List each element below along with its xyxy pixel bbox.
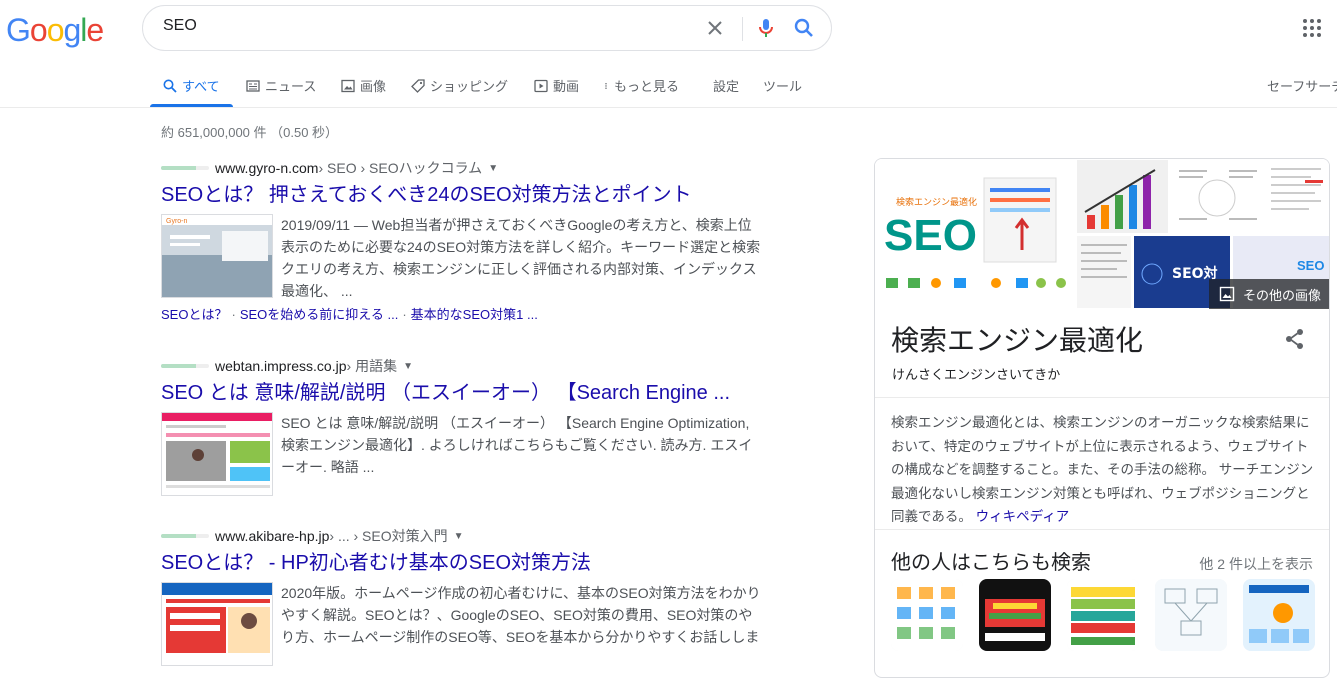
kp-subtitle: けんさくエンジンさいてきか bbox=[892, 367, 1061, 382]
result-title-link[interactable]: SEOとは？ 押さえておくべき24のSEO対策方法とポイント bbox=[161, 182, 771, 208]
result-snippet: 2020年版。ホームページ作成の初心者むけに、基本のSEO対策方法をわかりやすく… bbox=[281, 585, 761, 645]
tab-label: 動画 bbox=[553, 79, 580, 94]
search-icon bbox=[163, 79, 177, 93]
site-favicon bbox=[161, 166, 209, 170]
search-result: webtan.impress.co.jp › 用語集 ▼ SEO とは 意味/解… bbox=[161, 356, 771, 496]
kp-divider bbox=[875, 397, 1329, 398]
search-box bbox=[142, 5, 832, 51]
kp-image-main[interactable]: 検索エンジン最適化 SEO bbox=[875, 159, 1075, 309]
kp-description: 検索エンジン最適化とは、検索エンジンのオーガニックな検索結果において、特定のウェ… bbox=[891, 411, 1319, 529]
show-more-link[interactable]: 他 2 件以上を表示 bbox=[1199, 554, 1313, 574]
tab-label: すべて bbox=[182, 79, 220, 94]
search-box-divider bbox=[742, 17, 743, 41]
related-search-card[interactable] bbox=[1067, 579, 1139, 651]
result-snippet: SEO とは 意味/解説/説明 （エスイーオー） 【Search Engine … bbox=[281, 415, 753, 475]
knowledge-panel-images[interactable]: 検索エンジン最適化 SEO SEO対 SEO その他の画像 bbox=[875, 159, 1329, 309]
result-thumbnail[interactable] bbox=[161, 582, 273, 666]
sitelink[interactable]: 基本的なSEO対策1 ... bbox=[411, 307, 538, 322]
tab-safesearch[interactable]: セーフサーチ bbox=[1267, 76, 1337, 95]
apps-grid-icon[interactable] bbox=[1300, 16, 1324, 40]
tab-label: もっと見る bbox=[614, 79, 680, 94]
related-search-card[interactable] bbox=[891, 579, 963, 651]
caret-down-icon[interactable]: ▼ bbox=[488, 163, 498, 174]
svg-text:SEO: SEO bbox=[884, 211, 977, 260]
tab-images[interactable]: 画像 bbox=[340, 76, 386, 95]
site-favicon bbox=[161, 364, 209, 368]
result-thumbnail[interactable]: Gyro-n bbox=[161, 214, 273, 298]
kp-divider bbox=[875, 529, 1329, 530]
kp-image[interactable] bbox=[1264, 159, 1329, 234]
people-also-search-title: 他の人はこちらも検索 bbox=[891, 552, 1091, 574]
tab-label: 画像 bbox=[360, 79, 387, 94]
svg-text:Gyro-n: Gyro-n bbox=[166, 218, 188, 225]
google-logo[interactable]: Google bbox=[6, 12, 104, 49]
tab-settings[interactable]: 設定 bbox=[713, 76, 739, 95]
knowledge-panel: 検索エンジン最適化 SEO SEO対 SEO その他の画像 検索エンジン最適化 … bbox=[874, 158, 1330, 678]
related-search-card[interactable] bbox=[1243, 579, 1315, 651]
tab-news[interactable]: ニュース bbox=[245, 76, 316, 95]
tab-videos[interactable]: 動画 bbox=[533, 76, 579, 95]
result-path: › ... › SEO対策入門 bbox=[329, 528, 448, 544]
more-vert-icon bbox=[605, 82, 607, 89]
result-title-link[interactable]: SEOとは？ - HP初心者むけ基本のSEO対策方法 bbox=[161, 550, 771, 576]
tab-label: 設定 bbox=[713, 79, 740, 94]
result-path: › 用語集 bbox=[346, 358, 398, 374]
kp-title: 検索エンジン最適化 bbox=[891, 325, 1144, 356]
tab-label: ニュース bbox=[265, 79, 317, 94]
caret-down-icon[interactable]: ▼ bbox=[403, 361, 413, 372]
search-result: www.gyro-n.com › SEO › SEOハックコラム ▼ SEOとは… bbox=[161, 158, 771, 323]
site-favicon bbox=[161, 534, 209, 538]
search-result: www.akibare-hp.jp › ... › SEO対策入門 ▼ SEOと… bbox=[161, 526, 771, 666]
video-icon bbox=[534, 79, 548, 92]
tab-label: ショッピング bbox=[430, 79, 509, 94]
result-breadcrumb[interactable]: www.gyro-n.com › SEO › SEOハックコラム ▼ bbox=[161, 158, 771, 178]
result-snippet: 2019/09/11 — Web担当者が押さえておくべきGoogleの考え方と、… bbox=[281, 217, 761, 299]
result-breadcrumb[interactable]: webtan.impress.co.jp › 用語集 ▼ bbox=[161, 356, 771, 376]
tag-icon bbox=[411, 78, 425, 93]
result-stats: 約 651,000,000 件 （0.50 秒） bbox=[161, 125, 339, 140]
sitelinks: SEOとは？ · SEOを始める前に抑える ... · 基本的なSEO対策1 ... bbox=[161, 307, 538, 322]
svg-text:検索エンジン最適化: 検索エンジン最適化 bbox=[896, 196, 977, 208]
kp-image[interactable] bbox=[1076, 159, 1169, 234]
image-icon bbox=[1219, 286, 1235, 302]
close-icon[interactable] bbox=[703, 16, 727, 40]
result-domain: webtan.impress.co.jp bbox=[215, 358, 347, 374]
news-icon bbox=[246, 79, 260, 92]
sitelink[interactable]: SEOを始める前に抑える ... bbox=[240, 307, 399, 322]
result-breadcrumb[interactable]: www.akibare-hp.jp › ... › SEO対策入門 ▼ bbox=[161, 526, 771, 546]
tab-label: セーフサーチ bbox=[1267, 79, 1337, 94]
tab-tools[interactable]: ツール bbox=[763, 76, 802, 95]
share-icon[interactable] bbox=[1283, 327, 1307, 351]
result-thumbnail[interactable] bbox=[161, 412, 273, 496]
more-images-label: その他の画像 bbox=[1242, 287, 1321, 303]
svg-text:SEO: SEO bbox=[1297, 258, 1324, 273]
result-domain: www.gyro-n.com bbox=[215, 160, 319, 176]
image-icon bbox=[341, 79, 355, 92]
more-images-button[interactable]: その他の画像 bbox=[1208, 279, 1329, 309]
related-search-card[interactable] bbox=[1155, 579, 1227, 651]
sitelink[interactable]: SEOとは？ bbox=[161, 307, 227, 322]
kp-image[interactable] bbox=[1076, 235, 1132, 309]
result-title-link[interactable]: SEO とは 意味/解説/説明 （エスイーオー） 【Search Engine … bbox=[161, 380, 771, 406]
tab-label: ツール bbox=[763, 79, 803, 94]
kp-description-text: 検索エンジン最適化とは、検索エンジンのオーガニックな検索結果において、特定のウェ… bbox=[891, 415, 1314, 524]
related-search-card[interactable] bbox=[979, 579, 1051, 651]
mic-icon[interactable] bbox=[754, 16, 778, 40]
tab-all[interactable]: すべて bbox=[162, 76, 220, 95]
search-input[interactable] bbox=[163, 17, 683, 35]
header-divider bbox=[0, 107, 1337, 108]
tab-more[interactable]: もっと見る bbox=[602, 76, 679, 95]
result-domain: www.akibare-hp.jp bbox=[215, 528, 330, 544]
result-path: › SEO › SEOハックコラム bbox=[318, 160, 483, 176]
wikipedia-link[interactable]: ウィキペディア bbox=[976, 509, 1070, 524]
caret-down-icon[interactable]: ▼ bbox=[454, 531, 464, 542]
kp-image[interactable] bbox=[1170, 159, 1263, 234]
search-tabs: すべて ニュース 画像 ショッピング 動画 もっと見る 設定 ツール セーフサー… bbox=[150, 60, 1337, 108]
tab-shopping[interactable]: ショッピング bbox=[410, 76, 508, 95]
search-icon[interactable] bbox=[792, 16, 816, 40]
